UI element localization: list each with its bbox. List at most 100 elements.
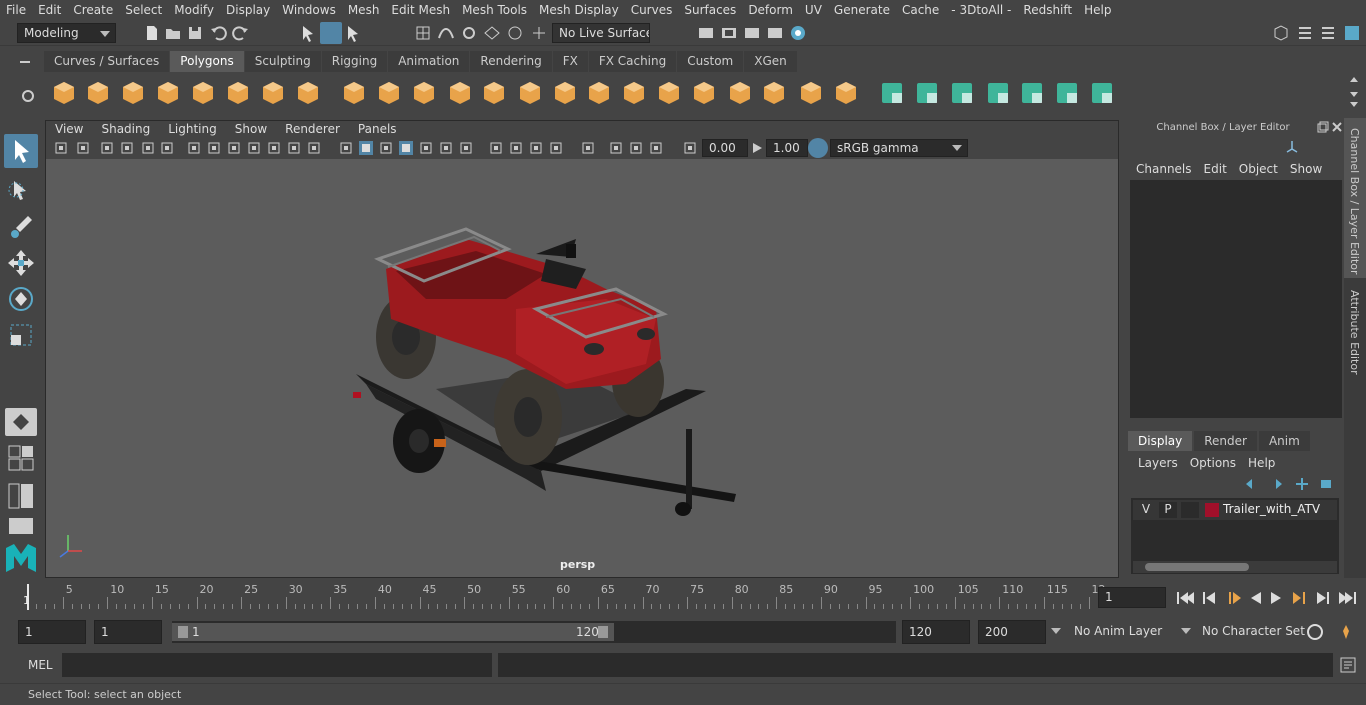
shelf-tab-xgen[interactable]: XGen xyxy=(744,51,797,72)
film-gate-icon[interactable] xyxy=(207,141,221,155)
shelf-tab-fx[interactable]: FX xyxy=(552,51,588,72)
range-dropdown-icon[interactable] xyxy=(1050,627,1062,635)
snap-grid-icon[interactable] xyxy=(414,24,432,42)
auto-key-icon[interactable] xyxy=(1306,623,1324,641)
viewport-menu-show[interactable]: Show xyxy=(226,122,276,136)
shelf-tab-sculpting[interactable]: Sculpting xyxy=(244,51,321,72)
channel-box-menu-show[interactable]: Show xyxy=(1284,162,1328,176)
undo-icon[interactable] xyxy=(209,24,227,42)
motion-blur-icon[interactable] xyxy=(509,141,523,155)
render-frame-icon[interactable] xyxy=(720,24,738,42)
shelf-tab-rendering[interactable]: Rendering xyxy=(470,51,552,72)
playback-end-field[interactable]: 120 xyxy=(902,620,970,644)
new-scene-icon[interactable] xyxy=(143,24,161,42)
menu-windows[interactable]: Windows xyxy=(276,3,342,17)
gate-mask-icon[interactable] xyxy=(247,141,261,155)
animation-end-field[interactable]: 200 xyxy=(978,620,1046,644)
range-slider-handle[interactable] xyxy=(172,623,614,641)
menu-generate[interactable]: Generate xyxy=(828,3,896,17)
tool-settings-toggle-icon[interactable] xyxy=(1319,24,1337,42)
menu-surfaces[interactable]: Surfaces xyxy=(678,3,742,17)
menu-help[interactable]: Help xyxy=(1078,3,1117,17)
layer-menu-options[interactable]: Options xyxy=(1184,456,1242,470)
snap-point-icon[interactable] xyxy=(460,24,478,42)
poly-sphere-icon[interactable] xyxy=(50,79,78,107)
menu-cache[interactable]: Cache xyxy=(896,3,945,17)
layer-tab-display[interactable]: Display xyxy=(1128,431,1193,451)
select-object-mode-button[interactable] xyxy=(320,22,342,44)
shelf-menu-icon[interactable] xyxy=(20,52,36,72)
layer-tab-anim[interactable]: Anim xyxy=(1258,431,1310,451)
shelf-tab-fx-caching[interactable]: FX Caching xyxy=(588,51,677,72)
layer-display-type[interactable] xyxy=(1181,502,1199,518)
menu-mesh-display[interactable]: Mesh Display xyxy=(533,3,625,17)
cylindrical-uv-icon[interactable] xyxy=(913,79,941,107)
poly-plane-icon[interactable] xyxy=(189,79,217,107)
menu-create[interactable]: Create xyxy=(67,3,119,17)
grease-pencil-icon[interactable] xyxy=(160,141,174,155)
multi-cut-icon[interactable] xyxy=(620,79,648,107)
menu-display[interactable]: Display xyxy=(220,3,276,17)
mode-dropdown[interactable]: Modeling xyxy=(17,23,116,43)
colorspace-dropdown[interactable]: sRGB gamma xyxy=(830,139,968,157)
layer-row[interactable]: V P Trailer_with_ATV xyxy=(1133,500,1337,520)
menu-modify[interactable]: Modify xyxy=(168,3,220,17)
gamma-field[interactable]: 1.00 xyxy=(766,139,808,157)
use-lights-icon[interactable] xyxy=(439,141,453,155)
menu-select[interactable]: Select xyxy=(119,3,168,17)
current-frame-field[interactable]: 1 xyxy=(1098,587,1166,608)
offset-loop-icon[interactable] xyxy=(760,79,788,107)
snap-curve-icon[interactable] xyxy=(437,24,455,42)
layer-visibility-toggle[interactable]: V xyxy=(1137,502,1155,518)
layer-name[interactable]: Trailer_with_ATV xyxy=(1223,502,1320,516)
menu-curves[interactable]: Curves xyxy=(625,3,679,17)
smooth-shade-icon[interactable] xyxy=(359,141,373,155)
layer-tab-render[interactable]: Render xyxy=(1194,431,1257,451)
menu-mesh-tools[interactable]: Mesh Tools xyxy=(456,3,533,17)
menu-edit-mesh[interactable]: Edit Mesh xyxy=(385,3,456,17)
wireframe-on-shaded-icon[interactable] xyxy=(399,141,413,155)
single-perspective-layout-button[interactable] xyxy=(5,408,37,436)
depth-of-field-icon[interactable] xyxy=(549,141,563,155)
exposure-icon[interactable] xyxy=(683,141,697,155)
planar-uv-icon[interactable] xyxy=(878,79,906,107)
target-weld-icon[interactable] xyxy=(655,79,683,107)
shelf-tab-curves-surfaces[interactable]: Curves / Surfaces xyxy=(44,51,170,72)
script-editor-icon[interactable] xyxy=(1339,656,1357,674)
channel-box-menu-edit[interactable]: Edit xyxy=(1198,162,1233,176)
shelf-tab-animation[interactable]: Animation xyxy=(388,51,470,72)
viewport-canvas[interactable] xyxy=(46,159,1118,577)
bookmark-icon[interactable] xyxy=(100,141,114,155)
menu-edit[interactable]: Edit xyxy=(32,3,67,17)
command-language-label[interactable]: MEL xyxy=(28,658,53,672)
four-view-layout-icon[interactable] xyxy=(7,444,35,472)
persp-graph-layout-icon[interactable] xyxy=(7,516,35,536)
channel-box-menu-channels[interactable]: Channels xyxy=(1130,162,1198,176)
xray-joints-icon[interactable] xyxy=(629,141,643,155)
viewport-menu-renderer[interactable]: Renderer xyxy=(276,122,349,136)
render-settings-icon[interactable] xyxy=(766,24,784,42)
render-view-icon[interactable] xyxy=(697,24,715,42)
layer-color-swatch[interactable] xyxy=(1205,503,1219,517)
menu-deform[interactable]: Deform xyxy=(742,3,799,17)
camera-attributes-icon[interactable] xyxy=(76,141,90,155)
shelf-scroll-arrows[interactable] xyxy=(1347,74,1361,112)
move-layer-down-icon[interactable] xyxy=(1268,477,1284,491)
viewport-menu-panels[interactable]: Panels xyxy=(349,122,406,136)
ipr-render-icon[interactable] xyxy=(743,24,761,42)
close-panel-icon[interactable] xyxy=(1331,121,1343,133)
default-material-icon[interactable] xyxy=(379,141,393,155)
range-start-grip[interactable] xyxy=(178,626,188,638)
exposure-field[interactable]: 0.00 xyxy=(702,139,748,157)
shelf-tab-custom[interactable]: Custom xyxy=(677,51,744,72)
shelf-tab-rigging[interactable]: Rigging xyxy=(321,51,388,72)
rotate-tool-icon[interactable] xyxy=(6,284,36,314)
layer-menu-layers[interactable]: Layers xyxy=(1132,456,1184,470)
field-chart-icon[interactable] xyxy=(267,141,281,155)
mirror-icon[interactable] xyxy=(410,79,438,107)
viewport-menu-shading[interactable]: Shading xyxy=(92,122,159,136)
select-tool-button[interactable] xyxy=(4,134,38,168)
xray-icon[interactable] xyxy=(609,141,623,155)
snap-live-icon[interactable] xyxy=(506,24,524,42)
live-surface-field[interactable]: No Live Surface xyxy=(552,23,650,43)
